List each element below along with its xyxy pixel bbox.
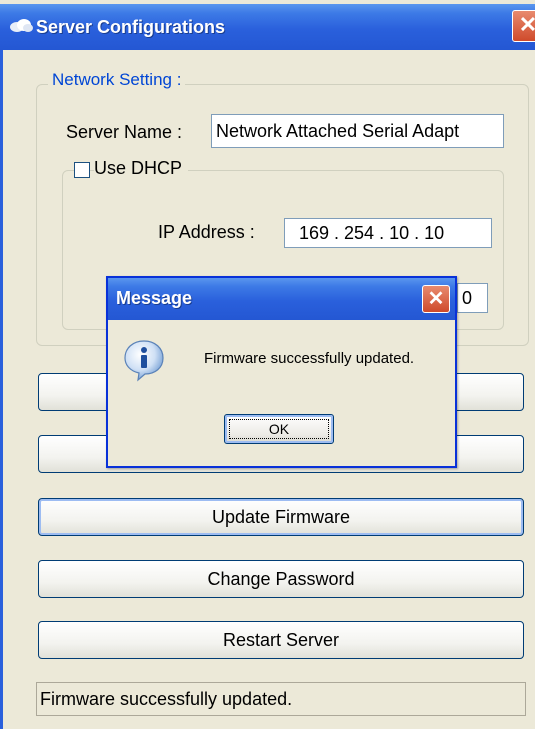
message-dialog: Message ✕ Firmware successfully updated.… xyxy=(106,276,457,468)
window-titlebar[interactable]: Server Configurations xyxy=(0,4,535,50)
message-dialog-text: Firmware successfully updated. xyxy=(204,350,415,367)
focus-rectangle xyxy=(229,419,329,439)
restart-server-button[interactable]: Restart Server xyxy=(38,621,524,659)
ip-address-input[interactable]: 169 . 254 . 10 . 10 xyxy=(284,218,492,248)
ok-button[interactable]: OK xyxy=(224,414,334,444)
update-firmware-button[interactable]: Update Firmware xyxy=(38,498,524,536)
subnet-mask-input-partial[interactable]: 0 xyxy=(457,283,488,313)
info-icon xyxy=(124,340,164,382)
use-dhcp-checkbox[interactable] xyxy=(74,162,90,178)
window-close-button[interactable]: ✕ xyxy=(512,10,535,42)
window-title: Server Configurations xyxy=(36,17,226,37)
message-dialog-close-button[interactable]: ✕ xyxy=(422,285,450,313)
server-name-label: Server Name : xyxy=(66,122,183,142)
cloud-icon xyxy=(10,19,33,32)
network-setting-legend: Network Setting : xyxy=(48,70,186,90)
ip-address-label: IP Address : xyxy=(158,222,255,242)
message-dialog-title: Message xyxy=(116,288,193,308)
message-dialog-titlebar[interactable]: Message ✕ xyxy=(108,278,455,320)
window-left-border xyxy=(0,50,3,729)
change-password-button[interactable]: Change Password xyxy=(38,560,524,598)
use-dhcp-label[interactable]: Use DHCP xyxy=(94,158,189,179)
server-name-input[interactable]: Network Attached Serial Adapt xyxy=(211,114,504,148)
status-bar: Firmware successfully updated. xyxy=(36,682,526,716)
